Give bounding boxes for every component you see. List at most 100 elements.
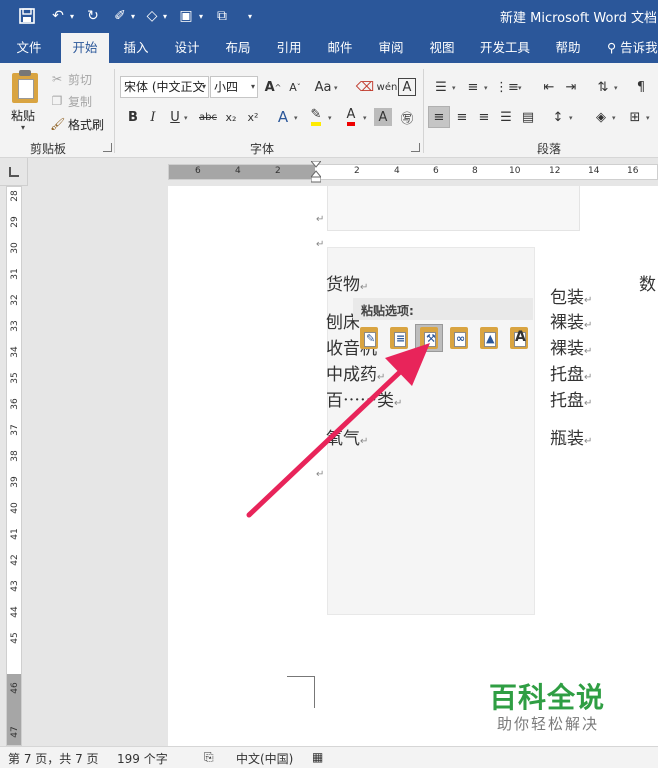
merge-formatting-button[interactable]: ≡ [385,324,413,352]
chevron-down-icon[interactable]: ▾ [484,84,488,92]
right-col-text[interactable]: 裸装↵ [550,334,592,359]
shrink-font-button[interactable]: Aˇ [284,76,306,98]
page-count[interactable]: 第 7 页，共 7 页 [8,750,99,767]
clear-formatting-icon[interactable]: ⌫ [354,76,376,98]
underline-button[interactable]: U [164,106,186,128]
distributed-icon[interactable]: ▤ [517,106,539,128]
left-col-text[interactable]: 百⋯⋯类↵ [326,386,402,411]
customize-qat-icon[interactable]: ▾ [248,12,256,21]
phonetic-guide-button[interactable]: wén [376,76,398,98]
left-col-text[interactable]: 氧气↵ [326,424,368,449]
left-col-text[interactable]: 货物↵ [326,270,368,295]
cut-button[interactable]: ✂ 剪切 [50,70,92,88]
chevron-down-icon[interactable]: ▾ [614,84,618,92]
tell-me-search[interactable]: ⚲ 告诉我 [607,33,658,63]
link-keep-source-button[interactable]: ∞ [445,324,473,352]
left-col-text[interactable]: 中成药↵ [326,360,385,385]
tab-design[interactable]: 设计 [165,33,209,63]
keep-text-only-button[interactable]: A [505,324,533,352]
copy-button[interactable]: ❐ 复制 [50,92,92,110]
right-col-text[interactable]: 包装↵ [550,283,592,308]
justify-icon[interactable]: ☰ [495,106,517,128]
character-shading-button[interactable]: A [374,108,392,126]
font-launcher-icon[interactable] [411,143,420,152]
draw-dropdown-icon[interactable]: ▾ [131,12,139,21]
bullets-icon[interactable]: ☰ [430,76,452,98]
tab-mailings[interactable]: 邮件 [318,33,362,63]
tab-help[interactable]: 帮助 [546,33,590,63]
highlight-icon[interactable]: ✎ [305,106,327,128]
tab-references[interactable]: 引用 [267,33,311,63]
tab-selector[interactable] [0,158,28,186]
format-painter-button[interactable]: 🖌 格式刷 [50,115,104,133]
shading-icon[interactable]: ◈ [590,106,612,128]
tab-home[interactable]: 开始 [61,33,109,63]
language-indicator[interactable]: 中文(中国) [236,750,293,767]
undo-icon[interactable]: ↶ [49,7,67,25]
italic-button[interactable]: I [142,106,164,128]
right-col-text[interactable]: 托盘↵ [550,386,592,411]
grow-font-button[interactable]: A ^ [262,76,284,98]
chevron-down-icon[interactable]: ▾ [334,84,338,92]
chevron-down-icon[interactable]: ▾ [294,114,298,122]
keep-source-formatting-button[interactable]: ✎ [355,324,383,352]
numbering-icon[interactable]: ≡ [462,76,484,98]
borders-icon[interactable]: ⊞ [624,106,646,128]
bold-button[interactable]: B [122,106,144,128]
tab-layout[interactable]: 布局 [216,33,260,63]
chevron-down-icon[interactable]: ▾ [363,114,367,122]
undo-dropdown-icon[interactable]: ▾ [70,12,78,21]
right-col-text[interactable]: 托盘↵ [550,360,592,385]
right-col-text[interactable]: 裸装↵ [550,308,592,333]
chevron-down-icon[interactable]: ▾ [452,84,456,92]
tab-review[interactable]: 审阅 [369,33,413,63]
text-effects-icon[interactable]: A [272,106,294,128]
align-right-icon[interactable]: ≡ [473,106,495,128]
chevron-down-icon[interactable]: ▾ [518,84,522,92]
line-spacing-icon[interactable]: ↕ [547,106,569,128]
proofing-icon[interactable]: ⎘ [204,750,214,765]
far-right-text[interactable]: 数 [639,270,656,295]
document-page[interactable]: ↵ ↵ 货物↵ 刨床 收音机 中成药↵ 百⋯⋯类↵ 氧气↵ ↵ 包装↵ 裸装↵ … [168,186,658,746]
indent-marker-icon[interactable] [311,161,321,183]
chevron-down-icon[interactable]: ▾ [612,114,616,122]
change-case-button[interactable]: Aa [312,76,334,98]
paste-button[interactable]: 粘贴 ▾ [6,69,44,135]
clipboard-launcher-icon[interactable] [103,143,112,152]
chevron-down-icon[interactable]: ▾ [328,114,332,122]
decrease-indent-icon[interactable]: ⇤ [538,76,560,98]
image-icon[interactable]: ▣ [177,7,195,25]
tab-file[interactable]: 文件 [6,33,52,63]
font-color-icon[interactable]: A [340,106,362,128]
screenshot-icon[interactable]: ⧉ [213,7,231,25]
align-left-icon[interactable]: ≡ [428,106,450,128]
tab-insert[interactable]: 插入 [114,33,158,63]
macro-recording-icon[interactable]: ▦ [312,750,323,764]
tab-view[interactable]: 视图 [420,33,464,63]
chevron-down-icon[interactable]: ▾ [184,114,188,122]
font-size-combo[interactable]: 小四 ▾ [210,76,258,98]
tab-developer[interactable]: 开发工具 [473,33,537,63]
character-border-button[interactable]: A [398,78,416,96]
increase-indent-icon[interactable]: ⇥ [560,76,582,98]
shape-dropdown-icon[interactable]: ▾ [163,12,171,21]
right-col-text[interactable]: 瓶装↵ [550,424,592,449]
strikethrough-button[interactable]: abc [197,106,219,128]
chevron-down-icon[interactable]: ▾ [646,114,650,122]
redo-icon[interactable]: ↻ [84,7,102,25]
vertical-ruler[interactable]: 28 29 30 31 32 33 34 35 36 37 38 39 40 4… [6,186,22,746]
shape-icon[interactable]: ◇ [143,7,161,25]
draw-icon[interactable]: ✐ [111,7,129,25]
horizontal-ruler[interactable]: 6 4 2 2 4 6 8 10 12 14 16 [168,161,658,183]
paste-as-picture-button[interactable]: ▲ [475,324,503,352]
use-destination-styles-button[interactable]: ⚒ [415,324,443,352]
text-box[interactable] [327,186,580,231]
word-count[interactable]: 199 个字 [117,750,168,767]
enclose-characters-icon[interactable]: ㊢ [396,106,418,128]
font-name-combo[interactable]: 宋体 (中文正文 ▾ [120,76,209,98]
sort-icon[interactable]: ⇅ [592,76,614,98]
superscript-button[interactable]: x² [242,106,264,128]
paste-dropdown-icon[interactable]: ▾ [21,123,25,132]
align-center-icon[interactable]: ≡ [451,106,473,128]
save-icon[interactable] [18,7,36,25]
